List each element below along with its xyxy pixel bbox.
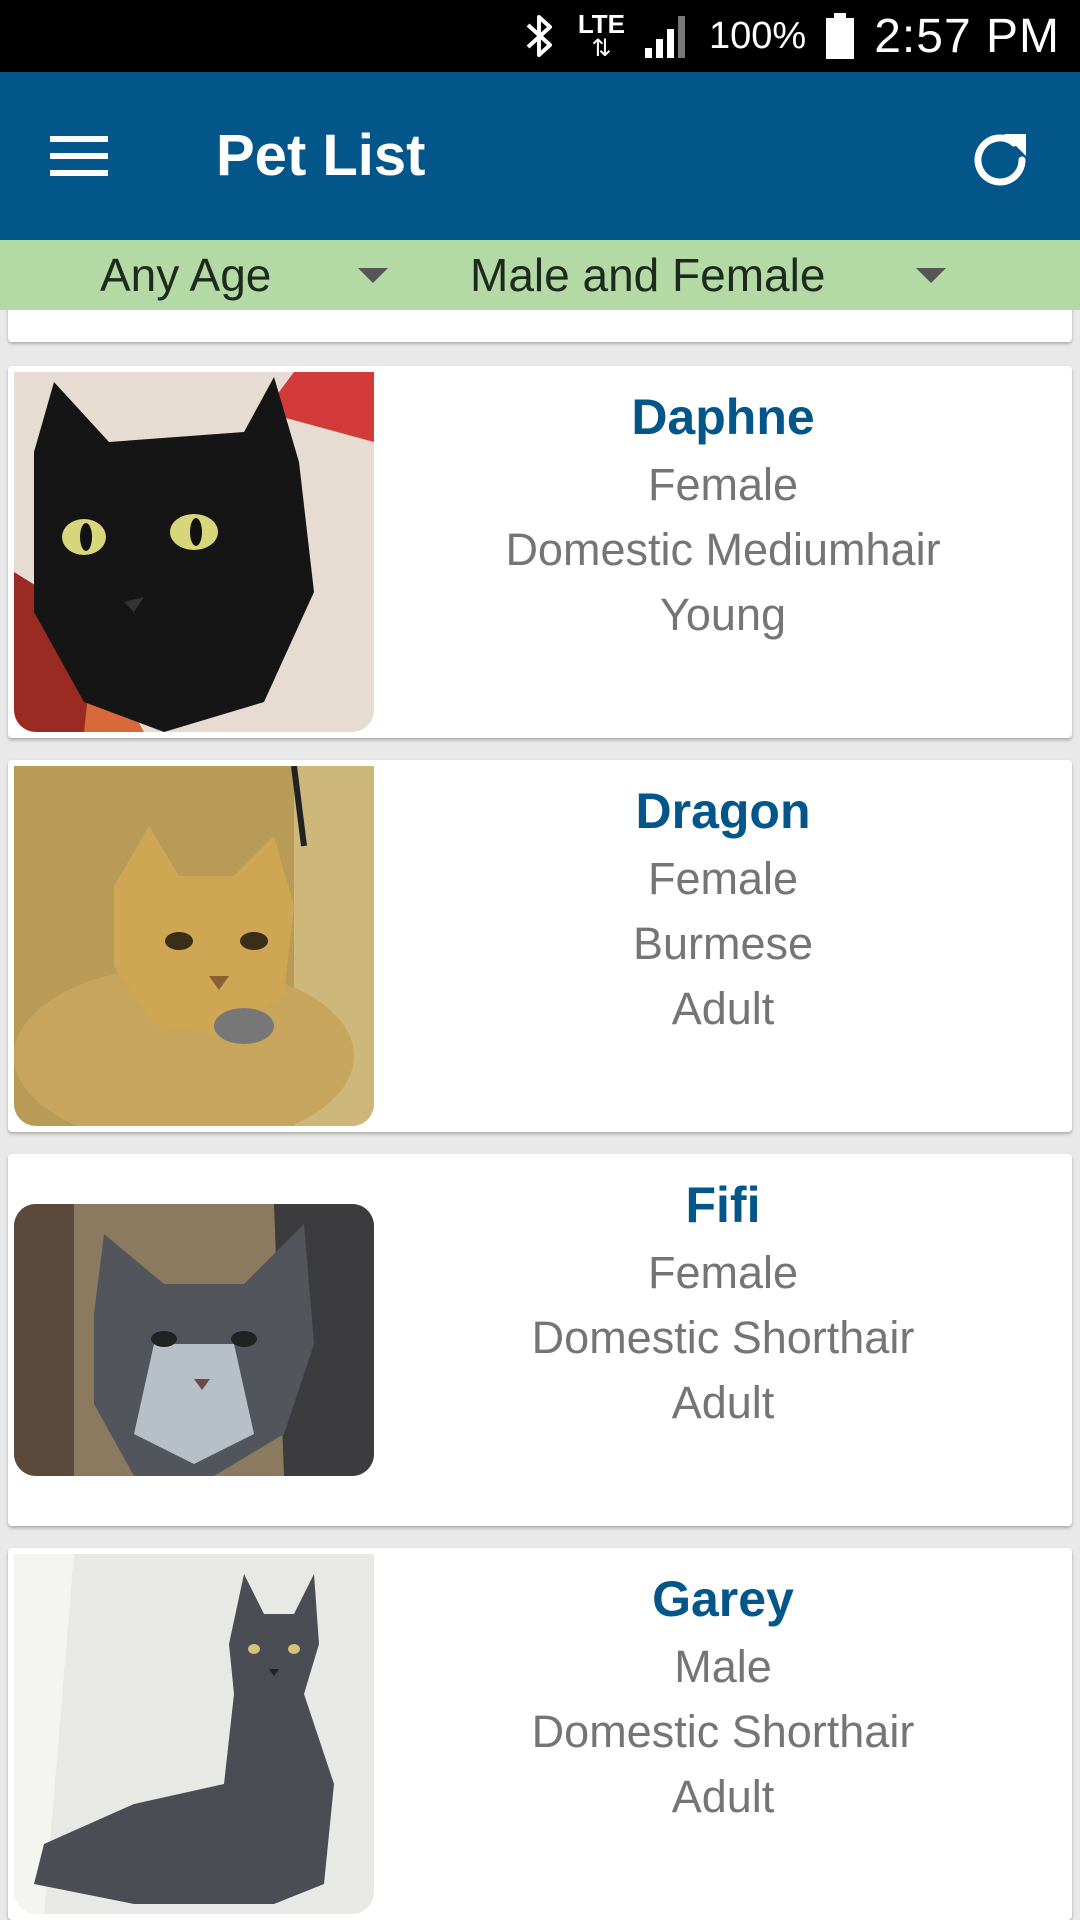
refresh-icon (974, 134, 1026, 186)
pet-age: Adult (671, 983, 775, 1034)
pet-name: Garey (652, 1571, 794, 1627)
pet-breed: Domestic Shorthair (531, 1706, 915, 1757)
pet-breed: Domestic Mediumhair (505, 524, 941, 575)
pet-breed: Domestic Shorthair (531, 1312, 915, 1363)
pet-name: Fifi (685, 1177, 761, 1233)
pet-card[interactable]: Fifi Female Domestic Shorthair Adult (8, 1154, 1072, 1526)
pet-photo (14, 1204, 374, 1476)
battery-icon (824, 11, 856, 61)
pet-details: Dragon Female Burmese Adult (374, 760, 1072, 1041)
pet-age: Young (660, 589, 786, 640)
status-icons: LTE ⇅ 100% 2:57 PM (520, 0, 1060, 72)
sex-dropdown-arrow-icon[interactable] (916, 268, 946, 283)
status-bar: LTE ⇅ 100% 2:57 PM (0, 0, 1080, 72)
menu-button[interactable] (44, 124, 116, 188)
pet-sex: Male (674, 1641, 772, 1692)
network-label: LTE (577, 9, 626, 39)
pet-sex: Female (647, 1247, 799, 1298)
pet-card[interactable]: Garey Male Domestic Shorthair Adult (8, 1548, 1072, 1920)
sex-filter-value: Male and Female (470, 249, 826, 301)
hamburger-menu-icon (50, 136, 108, 176)
age-filter-dropdown[interactable]: Any Age (100, 240, 271, 310)
pet-details: Garey Male Domestic Shorthair Adult (374, 1548, 1072, 1829)
pet-sex: Female (647, 459, 799, 510)
pet-breed: Burmese (632, 918, 814, 969)
pet-details: Daphne Female Domestic Mediumhair Young (374, 366, 1072, 647)
pet-sex: Female (647, 853, 799, 904)
age-filter-value: Any Age (100, 249, 272, 301)
pet-list[interactable]: Daphne Female Domestic Mediumhair Young … (0, 310, 1080, 1920)
pet-card-partial[interactable] (8, 310, 1072, 342)
pet-card[interactable]: Dragon Female Burmese Adult (8, 760, 1072, 1132)
pet-age: Adult (671, 1771, 775, 1822)
refresh-button[interactable] (956, 116, 1044, 204)
battery-percent: 100% (709, 14, 807, 57)
pet-details: Fifi Female Domestic Shorthair Adult (374, 1154, 1072, 1435)
age-dropdown-arrow-icon[interactable] (358, 268, 388, 283)
pet-age: Adult (671, 1377, 775, 1428)
page-title: Pet List (216, 123, 426, 188)
lte-icon: LTE ⇅ (577, 9, 626, 62)
filter-bar: Any Age Male and Female (0, 240, 1080, 310)
sex-filter-dropdown[interactable]: Male and Female (470, 240, 825, 310)
app-bar: Pet List (0, 72, 1080, 240)
clock: 2:57 PM (874, 9, 1060, 63)
pet-photo (14, 766, 374, 1126)
pet-name: Dragon (635, 783, 811, 839)
pet-photo (14, 372, 374, 732)
bluetooth-icon (520, 11, 560, 61)
pet-name: Daphne (631, 389, 815, 445)
signal-icon (643, 12, 691, 60)
pet-photo (14, 1554, 374, 1914)
pet-card[interactable]: Daphne Female Domestic Mediumhair Young (8, 366, 1072, 738)
